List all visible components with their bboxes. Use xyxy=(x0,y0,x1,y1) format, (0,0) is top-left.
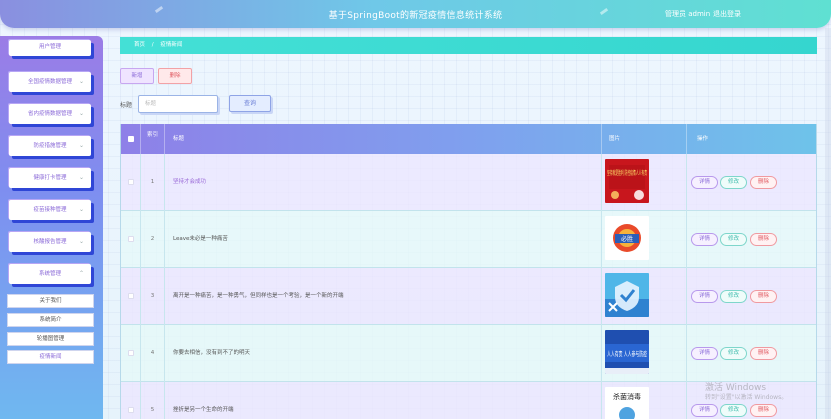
table-header: 索引 标题 图片 操作 xyxy=(121,124,816,154)
sidebar-item-system[interactable]: 系统管理 ⌃ xyxy=(9,264,91,284)
submenu-carousel[interactable]: 轮播图管理 xyxy=(7,332,94,346)
search-label: 标题 xyxy=(120,102,133,109)
row-checkbox[interactable] xyxy=(128,236,134,242)
table-row: 2 Leave未必是一种痛苦 必胜 详情 修改 删除 xyxy=(121,211,816,268)
breadcrumb-current: 疫情新闻 xyxy=(160,42,183,48)
row-checkbox[interactable] xyxy=(128,179,134,185)
header-image: 图片 xyxy=(602,124,687,154)
chevron-up-icon: ⌃ xyxy=(78,270,84,277)
detail-button[interactable]: 详情 xyxy=(691,290,718,303)
detail-button[interactable]: 详情 xyxy=(691,347,718,360)
table-row: 3 离开是一种痛苦，是一种勇气，但同样也是一个考验，是一个新的开端 详情 修改 … xyxy=(121,268,816,325)
breadcrumb-home[interactable]: 首页 xyxy=(134,42,145,48)
row-title: 离开是一种痛苦，是一种勇气，但同样也是一个考验，是一个新的开端 xyxy=(165,268,602,325)
header-title: 标题 xyxy=(165,124,602,154)
sidebar-item-users[interactable]: 用户管理 xyxy=(9,40,91,56)
batch-delete-button[interactable]: 删除 xyxy=(158,68,192,84)
sidebar-item-health-checkin[interactable]: 健康打卡管理 ⌄ xyxy=(9,168,91,188)
search-button[interactable]: 查询 xyxy=(229,95,271,112)
table-row: 4 你要去相信，没有到不了的明天 人人有责 人人参与防疫 详情 修改 删除 xyxy=(121,325,816,382)
edit-button[interactable]: 修改 xyxy=(720,347,747,360)
detail-button[interactable]: 详情 xyxy=(691,404,718,417)
select-all-cell xyxy=(121,124,141,154)
row-checkbox[interactable] xyxy=(128,293,134,299)
delete-button[interactable]: 删除 xyxy=(750,290,777,303)
sidebar-item-nucleic-report[interactable]: 核酸报告管理 ⌄ xyxy=(9,232,91,252)
delete-button[interactable]: 删除 xyxy=(750,176,777,189)
delete-button[interactable]: 删除 xyxy=(750,347,777,360)
edit-button[interactable]: 修改 xyxy=(720,176,747,189)
row-title: 坚持才会成功 xyxy=(165,154,602,211)
row-index: 2 xyxy=(141,211,165,268)
chevron-down-icon: ⌄ xyxy=(78,78,84,85)
table-row: 1 坚持才会成功 坚持就是胜利 防控疫情人人有责 详情 修改 删除 xyxy=(121,154,816,211)
breadcrumb-separator: / xyxy=(151,42,154,48)
chevron-down-icon: ⌄ xyxy=(78,206,84,213)
chevron-down-icon: ⌄ xyxy=(78,142,84,149)
submenu-system-intro[interactable]: 系统简介 xyxy=(7,313,94,327)
edit-button[interactable]: 修改 xyxy=(720,404,747,417)
news-thumbnail[interactable]: 坚持就是胜利 防控疫情人人有责 xyxy=(605,159,649,203)
page-scrollbar[interactable] xyxy=(825,28,831,419)
add-button[interactable]: 新增 xyxy=(120,68,154,84)
sidebar: 用户管理 全国疫情数据管理 ⌄ 省内疫情数据管理 ⌄ 防疫措施管理 ⌄ 健康打卡… xyxy=(0,36,103,419)
row-title: Leave未必是一种痛苦 xyxy=(165,211,602,268)
select-all-checkbox[interactable] xyxy=(128,136,134,142)
delete-button[interactable]: 删除 xyxy=(750,233,777,246)
sidebar-item-national-data[interactable]: 全国疫情数据管理 ⌄ xyxy=(9,72,91,92)
news-thumbnail[interactable]: 杀菌消毒 xyxy=(605,387,649,419)
detail-button[interactable]: 详情 xyxy=(691,233,718,246)
news-table: 索引 标题 图片 操作 1 坚持才会成功 坚持就是胜利 防控疫情人人有责 详情 … xyxy=(120,124,817,419)
activation-watermark-text: 转到"设置"以激活 Windows。 xyxy=(705,394,788,401)
chevron-down-icon: ⌄ xyxy=(78,174,84,181)
thumb-text: 杀菌消毒 xyxy=(613,392,641,401)
current-user: 管理员 admin xyxy=(665,10,711,18)
edit-button[interactable]: 修改 xyxy=(720,290,747,303)
edit-button[interactable]: 修改 xyxy=(720,233,747,246)
chevron-down-icon: ⌄ xyxy=(78,238,84,245)
row-index: 1 xyxy=(141,154,165,211)
search-input[interactable] xyxy=(138,95,218,113)
top-header: 基于SpringBoot的新冠疫情信息统计系统 管理员 admin 退出登录 xyxy=(0,0,831,28)
thumb-text: 必胜 xyxy=(621,235,633,243)
header-ops: 操作 xyxy=(697,136,709,142)
thumb-text: 人人有责 人人参与防疫 xyxy=(607,349,647,358)
chevron-down-icon: ⌄ xyxy=(78,110,84,117)
delete-button[interactable]: 删除 xyxy=(750,404,777,417)
thumb-text: 坚持就是胜利 防控疫情人人有责 xyxy=(607,169,647,177)
sidebar-item-prevention[interactable]: 防疫措施管理 ⌄ xyxy=(9,136,91,156)
header-index: 索引 xyxy=(141,124,165,154)
row-checkbox[interactable] xyxy=(128,350,134,356)
submenu-about-us[interactable]: 关于我们 xyxy=(7,294,94,308)
news-thumbnail[interactable]: 必胜 xyxy=(605,216,649,260)
sidebar-item-vaccination[interactable]: 疫苗接种管理 ⌄ xyxy=(9,200,91,220)
breadcrumb: 首页 / 疫情新闻 xyxy=(120,37,817,54)
submenu-epidemic-news[interactable]: 疫情新闻 xyxy=(7,350,94,364)
row-title: 你要去相信，没有到不了的明天 xyxy=(165,325,602,382)
row-index: 5 xyxy=(141,382,165,419)
row-index: 3 xyxy=(141,268,165,325)
row-index: 4 xyxy=(141,325,165,382)
sidebar-item-province-data[interactable]: 省内疫情数据管理 ⌄ xyxy=(9,104,91,124)
row-title: 挫折是另一个生命的开端 xyxy=(165,382,602,419)
logout-link[interactable]: 退出登录 xyxy=(713,9,741,19)
news-thumbnail[interactable] xyxy=(605,273,649,317)
detail-button[interactable]: 详情 xyxy=(691,176,718,189)
row-checkbox[interactable] xyxy=(128,407,134,413)
news-thumbnail[interactable]: 人人有责 人人参与防疫 xyxy=(605,330,649,374)
